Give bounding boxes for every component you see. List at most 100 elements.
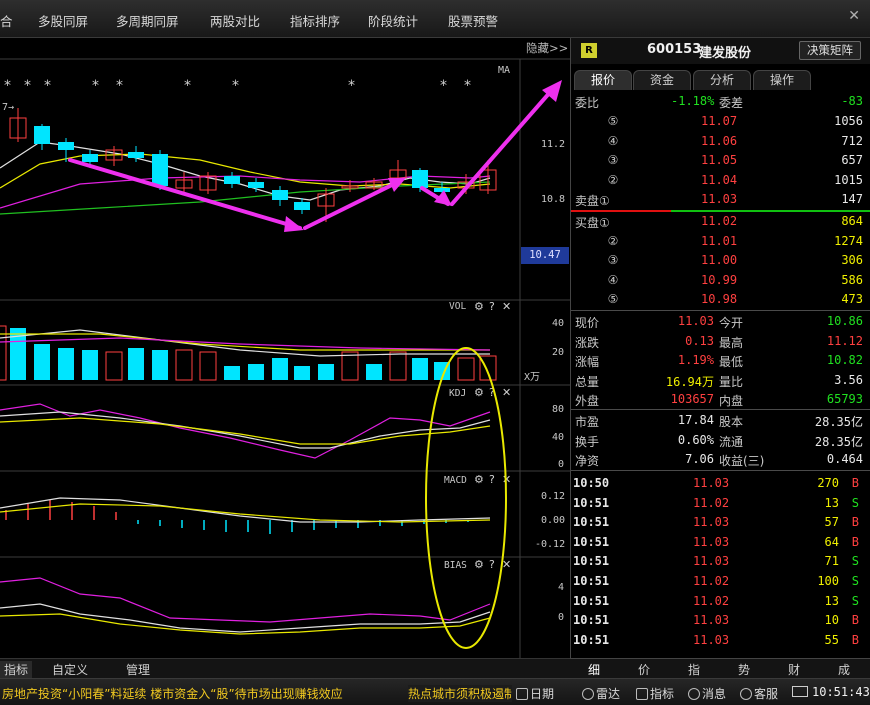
tick-row: 10:51 11.02 13 S: [571, 494, 870, 514]
tick-price: 11.02: [693, 593, 730, 608]
signal-star: *: [348, 78, 355, 94]
sell-level-row: ③ 11.05 657: [571, 151, 870, 171]
volume-bar-up: [389, 351, 407, 381]
indicator-button[interactable]: 指标: [636, 685, 674, 702]
tick-price: 11.03: [693, 632, 730, 647]
volume-bar-down: [34, 344, 50, 380]
fundamental-value: 0.464: [826, 452, 863, 467]
candle-body-down: [412, 170, 428, 188]
volume-bar-down: [58, 348, 74, 380]
menu-item-stock-alert[interactable]: 股票预警: [448, 11, 498, 30]
vol-unit: X万: [524, 372, 540, 383]
price-axis-label-1: 11.2: [541, 139, 565, 150]
tab-trend[interactable]: 势: [738, 661, 750, 678]
weibi-label: 委比: [575, 96, 600, 110]
tick-row: 10:51 11.02 13 S: [571, 592, 870, 612]
order-price: 11.00: [701, 253, 738, 268]
gear-icon: ⚙: [474, 473, 484, 486]
macd-dif: [0, 497, 491, 523]
fundamental-value: 17.84: [677, 413, 714, 427]
stock-header: R 600153 建发股份 决策矩阵: [571, 38, 870, 64]
chart-bottom-tabs: 指标 自定义 管理: [0, 658, 570, 678]
close-icon: ✕: [502, 386, 511, 399]
tick-time: 10:50: [573, 476, 610, 490]
service-button[interactable]: 客服: [740, 685, 778, 702]
monitor-icon[interactable]: [792, 686, 808, 697]
tab-analysis[interactable]: 分析: [693, 70, 751, 90]
decision-matrix-button[interactable]: 决策矩阵: [799, 41, 861, 60]
signal-star: *: [116, 78, 123, 94]
vol-title: VOL: [449, 301, 466, 312]
kline-chart[interactable]: * * * * * * * * * * MA 7→ 11.2 10.8 VOL 40 20 X万 …: [0, 38, 570, 658]
tab-indicator[interactable]: 指标: [0, 661, 33, 678]
quote-label: 最高: [719, 335, 744, 350]
menu-item-indicator-sort[interactable]: 指标排序: [290, 11, 340, 30]
tab-finance[interactable]: 财: [788, 661, 800, 678]
signal-star: *: [232, 78, 239, 94]
date-button[interactable]: 日期: [516, 685, 554, 702]
signal-star: *: [44, 78, 51, 94]
weicha-label: 委差: [719, 96, 744, 110]
service-label: 客服: [754, 687, 779, 701]
close-icon: ✕: [502, 300, 511, 313]
kdj-title: KDJ: [449, 388, 466, 399]
chart-area[interactable]: * * * * * * * * * * MA 7→ 11.2 10.8 VOL 40 20 X万 …: [0, 38, 570, 701]
quote-label: 涨跌: [575, 335, 600, 350]
kdj-k: [0, 411, 491, 449]
macd-histogram: [5, 500, 469, 534]
tick-volume: 100: [817, 574, 839, 588]
menu-item-multi-stock[interactable]: 多股同屏: [38, 11, 88, 30]
message-button[interactable]: 消息: [688, 685, 726, 702]
volume-bar-up: [175, 349, 193, 381]
menu-item-multi-period[interactable]: 多周期同屏: [116, 11, 179, 30]
tick-price: 11.02: [693, 495, 730, 510]
tab-deal[interactable]: 成: [838, 661, 850, 678]
tick-volume: 64: [824, 534, 839, 549]
tick-side: S: [851, 593, 859, 608]
tab-custom[interactable]: 自定义: [52, 661, 88, 678]
price-axis-label-2: 10.8: [541, 194, 565, 205]
tab-price[interactable]: 价: [638, 661, 650, 678]
quote-value: 11.03: [677, 314, 714, 328]
message-icon: [688, 688, 700, 700]
tick-side: B: [851, 534, 859, 549]
tab-index[interactable]: 指: [688, 661, 700, 678]
order-price: 11.07: [701, 114, 738, 128]
tab-manage[interactable]: 管理: [126, 661, 150, 678]
candle-body-down: [294, 202, 310, 210]
buy-level-row: ⑤ 10.98 473: [571, 290, 870, 310]
tick-volume: 13: [824, 593, 839, 608]
order-level: ②: [607, 233, 619, 248]
weicha-value: -83: [841, 94, 863, 108]
kdj-axis-0: 0: [558, 459, 564, 470]
volume-bar-up: [341, 351, 359, 381]
divider: [571, 409, 870, 410]
tick-row: 10:50 11.03 270 B: [571, 474, 870, 494]
tick-price: 11.02: [693, 574, 730, 588]
r-badge: R: [581, 43, 597, 58]
service-icon: [740, 688, 752, 700]
quote-bottom-tabs: 细 价 指 势 财 成: [570, 658, 870, 678]
menu-item-compare[interactable]: 两股对比: [210, 11, 260, 30]
tab-quote[interactable]: 报价: [574, 70, 632, 90]
tab-operation[interactable]: 操作: [753, 70, 811, 90]
order-price: 11.03: [701, 192, 738, 207]
hide-panel-button[interactable]: 隐藏>>: [526, 40, 568, 56]
menu-item-partial[interactable]: 合: [0, 11, 13, 30]
tab-detail[interactable]: 细: [588, 661, 600, 678]
radar-icon: [582, 688, 594, 700]
candle-body-down: [248, 182, 264, 188]
volume-bar-down: [224, 366, 240, 380]
close-icon[interactable]: ✕: [848, 8, 860, 24]
quote-label: 今开: [719, 316, 744, 330]
tick-volume: 13: [824, 495, 839, 510]
vol-axis-20: 20: [552, 347, 564, 358]
signal-star: *: [24, 78, 31, 94]
radar-button[interactable]: 雷达: [582, 685, 620, 702]
menu-item-stage-stats[interactable]: 阶段统计: [368, 11, 418, 30]
fundamental-value: 0.60%: [677, 432, 714, 447]
signal-star: *: [440, 78, 447, 94]
news-ticker-2[interactable]: 热点城市须积极遏制: [408, 685, 512, 702]
candle-body-down: [128, 152, 144, 158]
tab-capital[interactable]: 资金: [633, 70, 691, 90]
